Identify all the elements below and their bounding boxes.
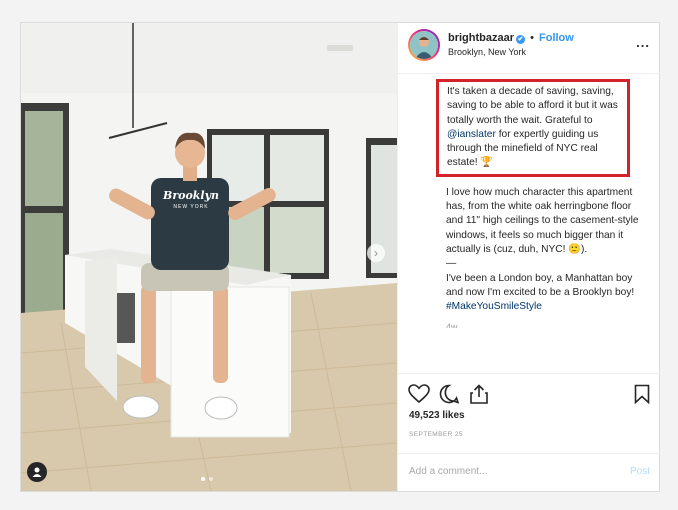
more-icon[interactable]: ...: [636, 35, 650, 50]
username-row: brightbazaar ✔ • Follow: [448, 32, 574, 44]
kitchen-scene: [21, 23, 397, 491]
likes-count[interactable]: 49,523 likes: [409, 410, 465, 421]
share-icon[interactable]: [468, 384, 490, 409]
post-date: SEPTEMBER 25: [409, 431, 463, 438]
shirt-text: Brooklyn: [163, 189, 219, 202]
carousel-dot: [209, 477, 213, 481]
post-caption: It's taken a decade of saving, saving, s…: [436, 79, 646, 329]
caption-dash: —: [446, 258, 457, 270]
verified-icon: ✔: [516, 35, 526, 44]
highlight-box: It's taken a decade of saving, saving, s…: [436, 79, 630, 177]
location-link[interactable]: Brooklyn, New York: [448, 47, 526, 57]
caption-paragraph-2: I love how much character this apartment…: [446, 186, 639, 255]
comment-input[interactable]: Add a comment...: [409, 466, 487, 477]
carousel-indicator: [201, 477, 213, 481]
username-link[interactable]: brightbazaar: [448, 32, 514, 44]
user-tag-icon[interactable]: [27, 462, 47, 482]
caption-paragraph-3: I've been a London boy, a Manhattan boy …: [446, 272, 635, 298]
time-ago: 4w: [446, 322, 458, 329]
post-card: Brooklyn NEW YORK › brightbazaar ✔ • Fol…: [20, 22, 660, 492]
post-comment-button[interactable]: Post: [630, 466, 650, 477]
post-header: brightbazaar ✔ • Follow Brooklyn, New Yor…: [398, 23, 660, 74]
separator-dot: •: [530, 32, 534, 44]
post-photo[interactable]: Brooklyn NEW YORK ›: [21, 23, 397, 491]
hashtag-link[interactable]: #MakeYouSmileStyle: [446, 301, 542, 312]
comment-icon[interactable]: [438, 384, 460, 409]
next-photo-button[interactable]: ›: [367, 244, 385, 262]
avatar[interactable]: [408, 29, 440, 61]
shirt-subtext: NEW YORK: [173, 204, 209, 210]
follow-button[interactable]: Follow: [539, 32, 574, 44]
heart-icon[interactable]: [408, 384, 430, 409]
bookmark-icon[interactable]: [634, 384, 650, 409]
post-side-panel: brightbazaar ✔ • Follow Brooklyn, New Yor…: [397, 23, 660, 491]
comment-bar: Add a comment... Post: [398, 453, 660, 492]
mention-link[interactable]: @ianslater: [447, 129, 496, 140]
caption-text: It's taken a decade of saving, saving, s…: [447, 86, 618, 126]
carousel-dot-active: [201, 477, 205, 481]
